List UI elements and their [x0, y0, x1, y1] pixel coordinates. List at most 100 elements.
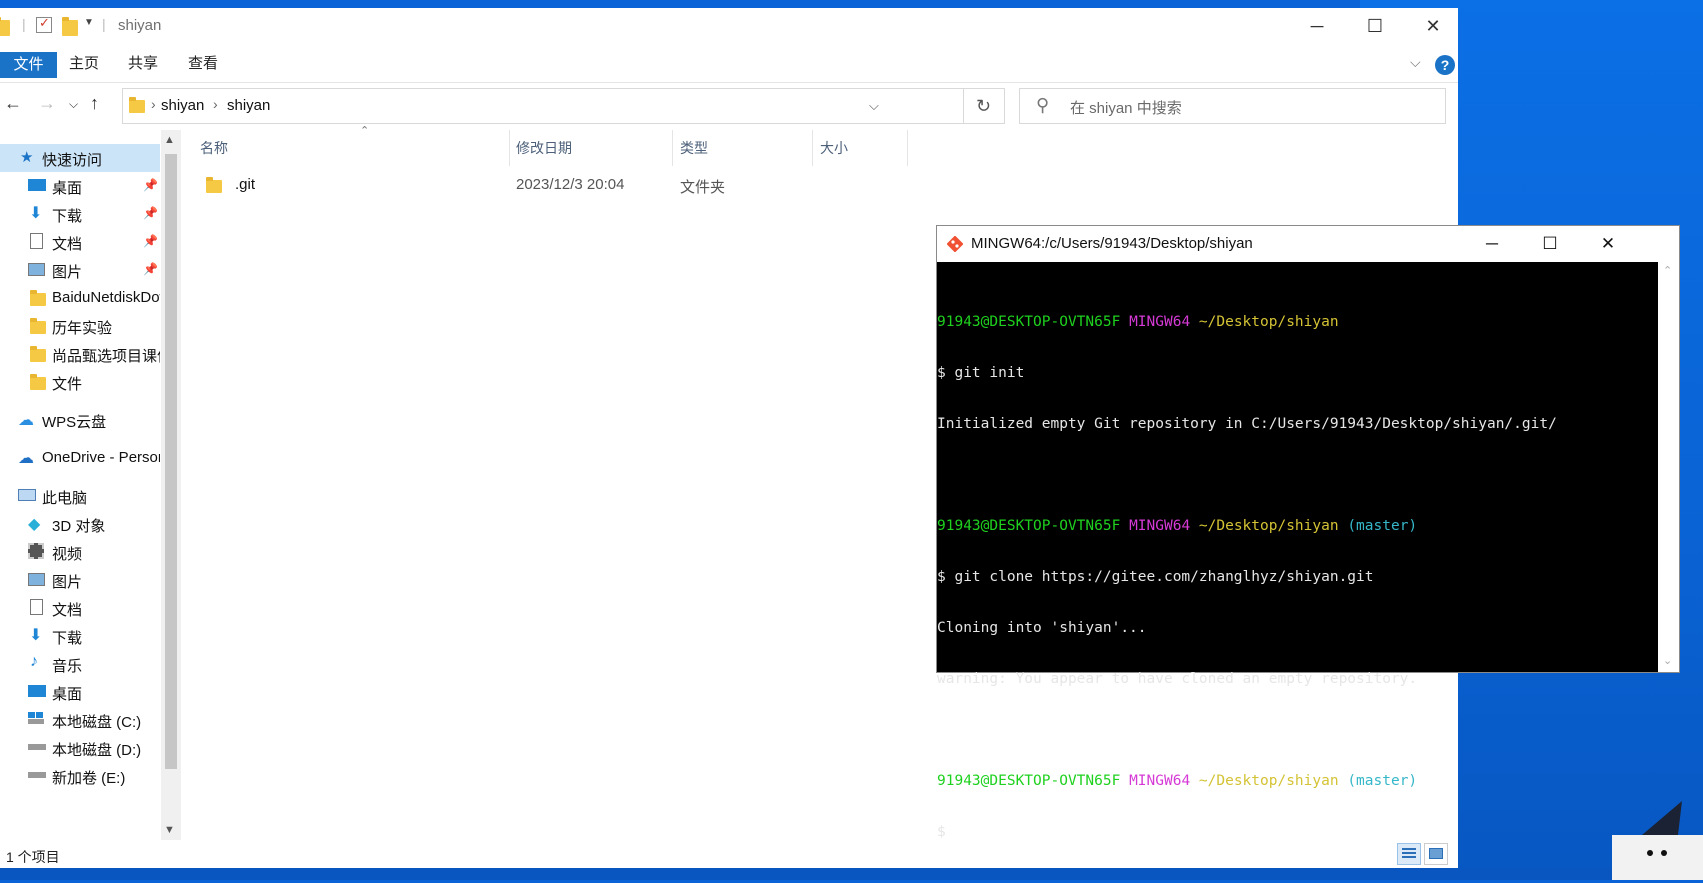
- sidebar-item-pictures[interactable]: 图片 📌: [0, 256, 160, 284]
- column-divider[interactable]: [509, 130, 510, 166]
- sidebar-item-pc-documents[interactable]: 文档: [0, 594, 160, 622]
- terminal-close-button[interactable]: ✕: [1579, 226, 1637, 262]
- command-line: $: [937, 824, 946, 840]
- sidebar-item-wps-cloud[interactable]: ☁ WPS云盘: [0, 406, 160, 434]
- breadcrumb-shiyan-parent[interactable]: shiyan: [161, 97, 204, 114]
- prompt-env: MINGW64: [1129, 773, 1191, 789]
- sidebar-scrollbar[interactable]: ▲ ▼: [161, 130, 181, 840]
- navigation-bar: ← → ⌵ ↑ › shiyan › shiyan ⌵ ↻ ⚲ 在 shiyan…: [0, 83, 1458, 127]
- download-icon: ⬇: [29, 205, 43, 222]
- back-arrow-icon[interactable]: ←: [4, 93, 22, 114]
- breadcrumb-shiyan-current[interactable]: shiyan: [227, 97, 270, 114]
- sidebar-item-baidunetdisk[interactable]: BaiduNetdiskDownload: [0, 284, 160, 312]
- sidebar-item-label: 文档: [52, 602, 83, 619]
- windows-drive-icon: [28, 712, 46, 726]
- command-line: $ git init: [937, 365, 1025, 381]
- maximize-button[interactable]: ☐: [1346, 8, 1404, 44]
- breadcrumb-separator: ›: [151, 96, 156, 112]
- tab-share[interactable]: 共享: [128, 52, 158, 74]
- sidebar-item-videos[interactable]: 视频: [0, 538, 160, 566]
- sidebar-item-lab-history[interactable]: 历年实验: [0, 312, 160, 340]
- sidebar-item-quick-access[interactable]: ★ 快速访问: [0, 144, 160, 172]
- column-header-type[interactable]: 类型: [680, 138, 708, 158]
- sidebar-item-pc-downloads[interactable]: ⬇ 下载: [0, 622, 160, 650]
- column-header-size[interactable]: 大小: [820, 138, 848, 158]
- sidebar-item-project-courseware[interactable]: 尚品甄选项目课件: [0, 340, 160, 368]
- prompt-branch: (master): [1347, 773, 1418, 789]
- pin-icon: 📌: [143, 262, 158, 276]
- column-divider[interactable]: [907, 130, 908, 166]
- file-modified: 2023/12/3 20:04: [516, 176, 625, 193]
- help-icon[interactable]: ?: [1435, 55, 1455, 75]
- prompt-line: 91943@DESKTOP-OVTN65F MINGW64 ~/Desktop/…: [937, 773, 1657, 790]
- tab-home[interactable]: 主页: [69, 52, 99, 74]
- folder-icon: [129, 97, 145, 113]
- terminal-titlebar: MINGW64:/c/Users/91943/Desktop/shiyan ─ …: [937, 226, 1679, 262]
- forward-arrow-icon[interactable]: →: [38, 93, 56, 114]
- column-divider[interactable]: [672, 130, 673, 166]
- scroll-up-icon[interactable]: ⌃: [1663, 264, 1672, 277]
- up-arrow-icon[interactable]: ↑: [90, 93, 99, 114]
- expand-ribbon-chevron-icon[interactable]: ⌵: [1410, 54, 1421, 71]
- document-icon: [30, 599, 43, 615]
- folder-icon: [30, 290, 46, 306]
- refresh-button[interactable]: ↻: [963, 88, 1005, 124]
- sidebar-item-desktop[interactable]: 桌面 📌: [0, 172, 160, 200]
- output-line: warning: You appear to have cloned an em…: [937, 671, 1418, 687]
- tab-view[interactable]: 查看: [188, 52, 218, 74]
- sidebar-item-label: 图片: [52, 264, 83, 281]
- sidebar-item-drive-c[interactable]: 本地磁盘 (C:): [0, 706, 160, 734]
- sidebar-item-label: 音乐: [52, 658, 83, 675]
- recent-locations-chevron-icon[interactable]: ⌵: [69, 97, 78, 112]
- titlebar-divider: |: [22, 16, 26, 32]
- scroll-up-icon[interactable]: ▲: [164, 134, 175, 146]
- search-box[interactable]: ⚲ 在 shiyan 中搜索: [1019, 88, 1446, 124]
- sidebar-item-this-pc[interactable]: 此电脑: [0, 482, 160, 510]
- quick-access-dropdown-icon[interactable]: ▼: [84, 17, 94, 33]
- prompt-line: 91943@DESKTOP-OVTN65F MINGW64 ~/Desktop/…: [937, 314, 1657, 331]
- column-header-modified[interactable]: 修改日期: [516, 138, 572, 158]
- prompt-path: ~/Desktop/shiyan: [1198, 773, 1339, 789]
- terminal-output[interactable]: 91943@DESKTOP-OVTN65F MINGW64 ~/Desktop/…: [937, 262, 1657, 840]
- properties-icon[interactable]: ✓: [36, 15, 52, 33]
- sidebar-item-label: 尚品甄选项目课件: [52, 348, 160, 365]
- sidebar-item-label: 桌面: [52, 180, 83, 197]
- address-dropdown-icon[interactable]: ⌵: [869, 98, 879, 114]
- sidebar-item-label: 本地磁盘 (D:): [52, 742, 142, 759]
- sort-ascending-icon: ⌃: [360, 125, 370, 137]
- prompt-user: 91943@DESKTOP-OVTN65F: [937, 518, 1121, 534]
- terminal-minimize-button[interactable]: ─: [1463, 226, 1521, 262]
- sidebar-item-drive-d[interactable]: 本地磁盘 (D:): [0, 734, 160, 762]
- sidebar-item-pc-pictures[interactable]: 图片: [0, 566, 160, 594]
- close-button[interactable]: ✕: [1404, 8, 1462, 44]
- column-divider[interactable]: [812, 130, 813, 166]
- sidebar-item-downloads[interactable]: ⬇ 下载 📌: [0, 200, 160, 228]
- prompt-env: MINGW64: [1129, 314, 1191, 330]
- sidebar-item-music[interactable]: ♪ 音乐: [0, 650, 160, 678]
- terminal-scrollbar[interactable]: ⌃ ⌄: [1658, 262, 1679, 672]
- new-folder-icon[interactable]: [62, 17, 78, 36]
- sidebar-item-drive-e[interactable]: 新加卷 (E:): [0, 762, 160, 790]
- video-icon: [28, 543, 44, 559]
- sidebar-item-3d-objects[interactable]: ◆ 3D 对象: [0, 510, 160, 538]
- scroll-down-icon[interactable]: ⌄: [1663, 654, 1672, 667]
- music-note-icon: ♪: [30, 653, 38, 670]
- sidebar-item-label: 图片: [52, 574, 83, 591]
- desktop-mascot-sticker: [1612, 801, 1703, 880]
- sidebar-item-documents[interactable]: 文档 📌: [0, 228, 160, 256]
- file-name[interactable]: .git: [235, 176, 255, 193]
- column-header-name[interactable]: 名称: [200, 138, 228, 158]
- scrollbar-thumb[interactable]: [165, 154, 177, 769]
- sidebar-item-label: OneDrive - Personal: [42, 449, 160, 466]
- sidebar-item-files[interactable]: 文件: [0, 368, 160, 396]
- address-bar[interactable]: › shiyan › shiyan ⌵: [122, 88, 964, 124]
- terminal-maximize-button[interactable]: ☐: [1521, 226, 1579, 262]
- window-title: shiyan: [118, 17, 162, 34]
- scroll-down-icon[interactable]: ▼: [164, 824, 175, 836]
- sidebar-item-pc-desktop[interactable]: 桌面: [0, 678, 160, 706]
- tab-file[interactable]: 文件: [0, 52, 57, 78]
- sidebar-item-label: 下载: [52, 208, 83, 225]
- minimize-button[interactable]: ─: [1288, 8, 1346, 44]
- pin-icon: 📌: [143, 206, 158, 220]
- sidebar-item-onedrive[interactable]: ☁ OneDrive - Personal: [0, 444, 160, 472]
